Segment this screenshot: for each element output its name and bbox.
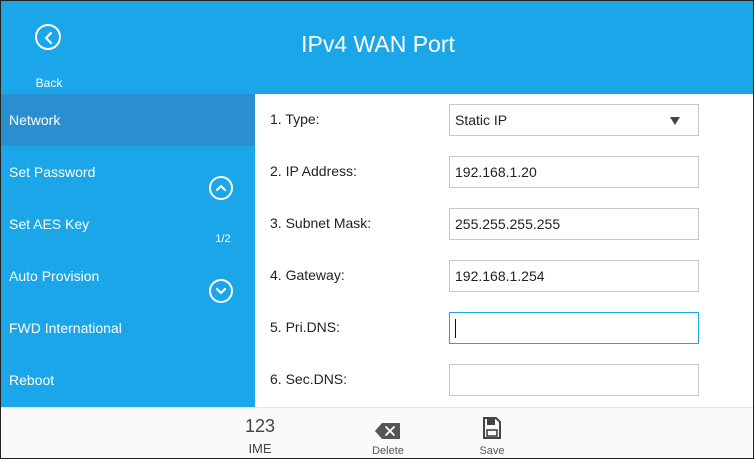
- save-softkey[interactable]: Save: [452, 408, 532, 458]
- page-title: IPv4 WAN Port: [301, 31, 455, 57]
- scroll-down-button[interactable]: [209, 279, 233, 303]
- ime-label: IME: [248, 441, 272, 456]
- delete-softkey[interactable]: Delete: [348, 408, 428, 458]
- sidebar-item-network[interactable]: Network: [1, 94, 255, 146]
- scroll-up-button[interactable]: [209, 176, 233, 200]
- ip-address-field[interactable]: 192.168.1.20: [449, 156, 699, 188]
- settings-form: 1. Type: Static IP 2. IP Address: 192.16…: [257, 94, 753, 407]
- pri-dns-label: 5. Pri.DNS:: [270, 319, 341, 335]
- screen: Back IPv4 WAN Port Network Set Password …: [0, 0, 754, 459]
- gateway-field[interactable]: 192.168.1.254: [449, 260, 699, 292]
- text-cursor: [455, 319, 456, 338]
- type-select[interactable]: Static IP: [449, 104, 699, 136]
- chevron-down-icon: [215, 287, 227, 295]
- subnet-mask-field[interactable]: 255.255.255.255: [449, 208, 699, 240]
- delete-label: Delete: [372, 445, 404, 457]
- softkey-bar: 123 IME Delete Save: [1, 407, 753, 458]
- sidebar-item-reboot[interactable]: Reboot: [1, 354, 255, 406]
- ip-address-label: 2. IP Address:: [270, 163, 357, 179]
- ime-softkey[interactable]: 123 IME: [220, 408, 300, 458]
- gateway-label: 4. Gateway:: [270, 267, 345, 283]
- form-row-ip-address: 2. IP Address: 192.168.1.20: [257, 146, 753, 198]
- backspace-icon: [375, 423, 400, 439]
- page-indicator: 1/2: [215, 233, 231, 245]
- sidebar-item-fwd-international[interactable]: FWD International: [1, 302, 255, 354]
- pri-dns-field[interactable]: [449, 312, 699, 344]
- sec-dns-field[interactable]: [449, 364, 699, 396]
- form-row-type: 1. Type: Static IP: [257, 94, 753, 146]
- form-row-sec-dns: 6. Sec.DNS:: [257, 354, 753, 406]
- ime-mode-text: 123: [244, 416, 276, 436]
- save-label: Save: [479, 445, 505, 457]
- type-select-value: Static IP: [455, 112, 508, 128]
- dropdown-arrow-icon: [670, 117, 680, 125]
- form-row-gateway: 4. Gateway: 192.168.1.254: [257, 250, 753, 302]
- form-row-subnet-mask: 3. Subnet Mask: 255.255.255.255: [257, 198, 753, 250]
- chevron-up-icon: [215, 184, 227, 192]
- title-bar: Back IPv4 WAN Port: [1, 1, 753, 94]
- subnet-mask-label: 3. Subnet Mask:: [270, 215, 372, 231]
- save-icon: [483, 417, 501, 439]
- type-label: 1. Type:: [270, 111, 320, 127]
- sidebar: Network Set Password Set AES Key Auto Pr…: [1, 94, 257, 407]
- back-label: Back: [35, 76, 63, 90]
- sec-dns-label: 6. Sec.DNS:: [270, 371, 348, 387]
- form-row-pri-dns: 5. Pri.DNS:: [257, 302, 753, 354]
